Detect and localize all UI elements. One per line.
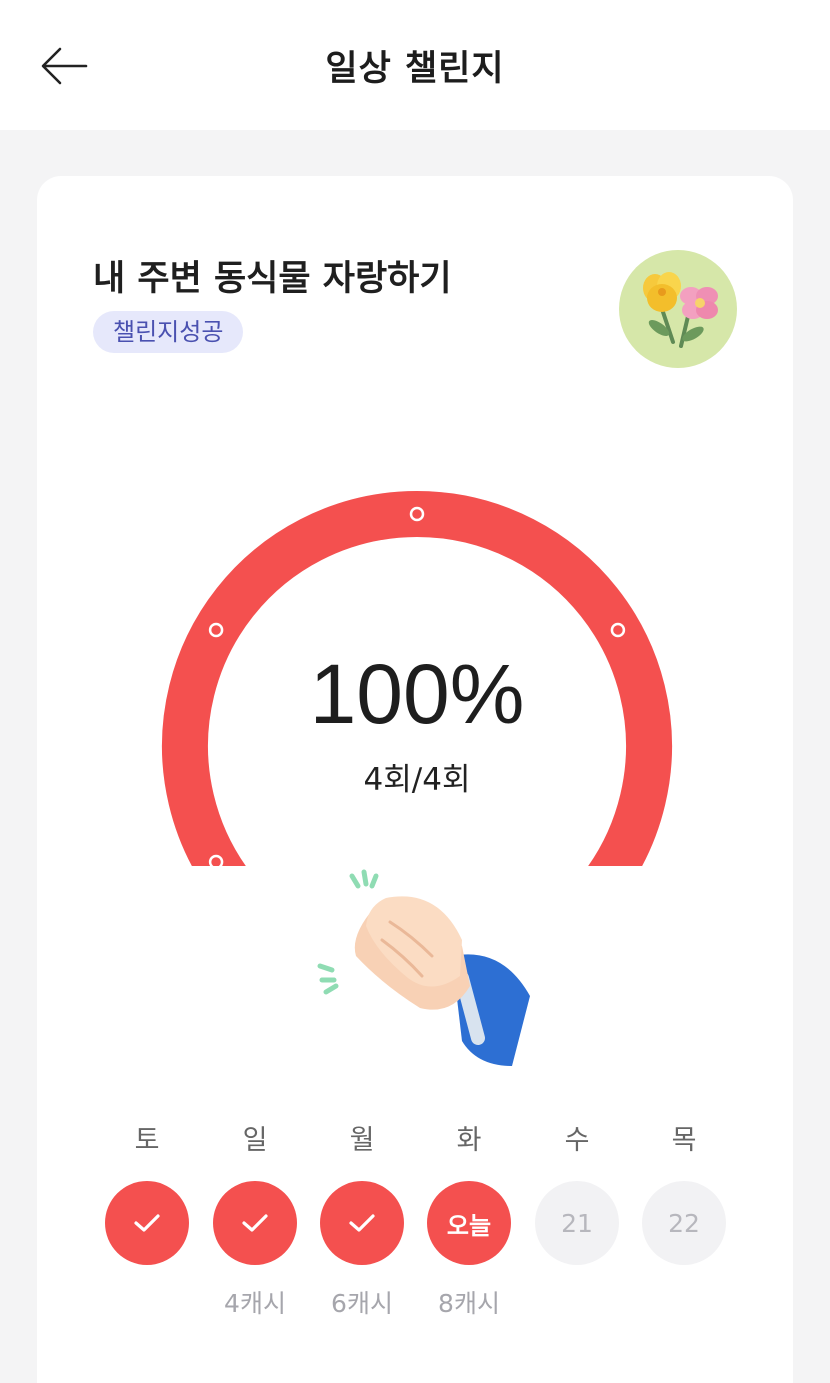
day-circle-done	[105, 1181, 189, 1265]
day-label: 일	[242, 1125, 268, 1156]
day-reward: 4캐시	[224, 1289, 286, 1318]
day-reward: 8캐시	[438, 1289, 500, 1318]
challenge-card: 내 주변 동식물 자랑하기 챌린지성공 100% 4회/4회 토 일 4캐시 월…	[37, 176, 793, 1383]
day-column: 월 6캐시	[317, 1121, 407, 1321]
day-column: 화오늘 8캐시	[424, 1121, 514, 1321]
check-icon	[349, 1214, 375, 1232]
day-column: 토	[102, 1121, 192, 1321]
weekly-tracker: 토 일 4캐시 월 6캐시 화오늘 8캐시 수 21 목 22	[37, 1121, 793, 1321]
day-label: 화	[456, 1125, 482, 1156]
day-column: 수 21	[532, 1121, 622, 1321]
day-reward: 6캐시	[331, 1289, 393, 1318]
challenge-title: 내 주변 동식물 자랑하기	[93, 259, 452, 299]
flower-bouquet-icon	[619, 250, 737, 368]
day-label: 토	[134, 1125, 160, 1156]
progress-percent: 100%	[309, 647, 525, 741]
progress-count: 4회/4회	[363, 762, 471, 798]
day-circle-future: 22	[642, 1181, 726, 1265]
day-label: 월	[349, 1125, 375, 1156]
day-circle-done	[320, 1181, 404, 1265]
clapping-hands-icon	[312, 866, 532, 1076]
progress-gauge: 100% 4회/4회	[137, 446, 697, 866]
day-circle-future: 21	[535, 1181, 619, 1265]
page-title: 일상 챌린지	[325, 49, 505, 89]
status-badge: 챌린지성공	[93, 311, 244, 353]
back-button[interactable]	[36, 40, 92, 92]
day-label: 목	[671, 1125, 697, 1156]
day-column: 일 4캐시	[210, 1121, 300, 1321]
app-header: 일상 챌린지	[0, 0, 830, 130]
day-label: 수	[564, 1125, 590, 1156]
day-circle-today[interactable]: 오늘	[427, 1181, 511, 1265]
arrow-left-icon	[41, 47, 88, 85]
check-icon	[134, 1214, 160, 1232]
day-circle-done	[213, 1181, 297, 1265]
check-icon	[242, 1214, 268, 1232]
day-column: 목 22	[639, 1121, 729, 1321]
